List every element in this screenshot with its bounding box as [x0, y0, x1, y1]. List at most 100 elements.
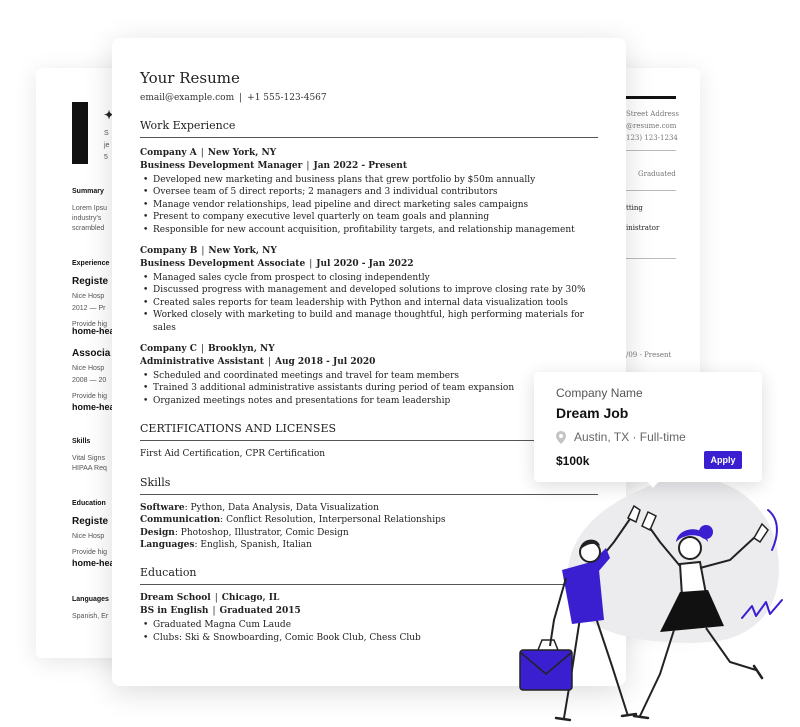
job-location: New York, NY	[207, 148, 277, 158]
job-card-company: Company Name	[556, 386, 643, 400]
job-card[interactable]: Company Name Dream Job Austin, TX · Full…	[534, 372, 762, 488]
separator: |	[239, 93, 243, 103]
job-line: home-hea	[72, 326, 115, 336]
separator: |	[214, 593, 218, 604]
job-bullets: Managed sales cycle from prospect to clo…	[140, 272, 598, 334]
job-bullet: Managed sales cycle from prospect to clo…	[140, 272, 598, 285]
woman-shoes	[632, 664, 764, 720]
job-company-line: Company A | New York, NY	[140, 147, 598, 160]
job-bullet: Oversee team of 5 direct reports; 2 mana…	[140, 186, 598, 199]
job-location: New York, NY	[208, 246, 277, 257]
job-bullet: Scheduled and coordinated meetings and t…	[140, 370, 598, 383]
woman-bun	[699, 525, 713, 539]
job-bullet: Worked closely with marketing to build a…	[140, 309, 598, 334]
resume-name: Your Resume	[140, 69, 240, 87]
education-heading: Education	[72, 500, 106, 507]
summary-heading: Summary	[72, 188, 104, 195]
education-graduated: Graduated 2015	[219, 606, 301, 617]
graduated-label: Graduated	[638, 170, 676, 178]
separator: |	[200, 148, 204, 158]
divider	[626, 258, 676, 259]
job-company: Company B	[140, 246, 198, 257]
apply-button[interactable]: Apply	[704, 451, 742, 469]
education-line: home-heal	[72, 558, 118, 568]
section-rule	[140, 137, 598, 138]
job-bullet: Created sales reports for team leadershi…	[140, 297, 598, 310]
job-card-title: Dream Job	[556, 405, 629, 421]
certifications-heading: CERTIFICATIONS AND LICENSES	[140, 422, 337, 436]
separator: |	[201, 246, 205, 257]
job-bullet: Organized meetings notes and presentatio…	[140, 395, 598, 408]
job-dates: Jan 2022 - Present	[313, 161, 407, 171]
job-entry: Company B | New York, NY Business Developm…	[140, 245, 598, 334]
job-dates: Jul 2020 - Jan 2022	[316, 259, 414, 270]
job-title: Business Development Associate	[140, 259, 306, 270]
job-title-line: Administrative Assistant | Aug 2018 - Jul …	[140, 356, 598, 369]
skill-label: Languages	[140, 539, 195, 550]
detail-line: tting	[626, 204, 643, 212]
job-card-location-text: Austin, TX · Full-time	[574, 430, 686, 444]
job-company: Company C	[140, 344, 197, 355]
detail-line: inistrator	[626, 224, 660, 232]
job-title-line: Business Development Manager | Jan 2022 - …	[140, 160, 598, 173]
skill-label: Design	[140, 527, 175, 538]
date-line: /09 - Present	[626, 351, 672, 359]
resume-email: email@example.com	[140, 93, 235, 103]
job-company: Company A	[140, 148, 197, 158]
mini-line: 5	[104, 154, 108, 161]
briefcase-handle	[537, 639, 559, 651]
man-shoes	[554, 712, 638, 722]
job-location: Brooklyn, NY	[207, 344, 275, 355]
resume-contact: email@example.com | +1 555-123-4567	[140, 92, 598, 104]
skill-value: Photoshop, Illustrator, Comic Design	[180, 527, 349, 538]
contact-line: Street Address	[626, 110, 679, 118]
mini-line: je	[104, 142, 110, 149]
job-bullet: Discussed progress with management and d…	[140, 284, 598, 297]
job-title: Registe	[72, 276, 109, 287]
job-entry: Company A | New York, NY Business Developm…	[140, 147, 598, 236]
separator: |	[212, 606, 216, 617]
job-card-location: Austin, TX · Full-time	[556, 430, 686, 444]
job-dates: Aug 2018 - Jul 2020	[274, 357, 376, 368]
resume-phone: +1 555-123-4567	[247, 93, 327, 103]
header-bar	[626, 96, 676, 99]
separator: |	[267, 357, 271, 368]
job-card-pointer	[646, 480, 660, 488]
skills-heading: Skills	[72, 438, 91, 445]
woman-head	[678, 536, 702, 560]
job-bullets: Scheduled and coordinated meetings and t…	[140, 370, 598, 408]
certifications-text: First Aid Certification, CPR Certificati…	[140, 449, 326, 460]
header-bar	[72, 102, 88, 164]
job-title: Business Development Manager	[140, 161, 303, 171]
job-title-line: Business Development Associate | Jul 2020 …	[140, 258, 598, 271]
separator: |	[200, 344, 204, 355]
job-bullet: Responsible for new account acquisition,…	[140, 224, 598, 237]
man-arm	[549, 577, 567, 647]
job-bullet: Trained 3 additional administrative assi…	[140, 382, 598, 395]
job-bullet: Developed new marketing and business pla…	[140, 174, 598, 187]
skill-value: Conflict Resolution, Interpersonal Relat…	[226, 515, 446, 526]
job-line: home-heal	[72, 402, 118, 412]
section-rule	[140, 440, 598, 442]
skill-label: Software	[140, 502, 185, 513]
skill-value: English, Spanish, Italian	[200, 539, 312, 550]
job-bullet: Present to company executive level quart…	[140, 211, 598, 224]
job-bullets: Developed new marketing and business pla…	[140, 174, 598, 236]
skill-label: Communication	[140, 515, 221, 526]
job-company-line: Company C | Brooklyn, NY	[140, 343, 598, 356]
divider	[626, 150, 676, 151]
job-title: Administrative Assistant	[140, 357, 264, 368]
divider	[626, 190, 676, 191]
job-entry: Company C | Brooklyn, NY Administrative As…	[140, 343, 598, 408]
work-experience-heading: Work Experience	[140, 119, 236, 132]
celebration-illustration	[519, 477, 783, 722]
experience-heading: Experience	[72, 260, 110, 267]
languages-heading: Languages	[72, 596, 109, 603]
job-title: Associa	[72, 348, 111, 359]
separator: |	[309, 259, 313, 270]
education-location: Chicago, IL	[221, 593, 280, 604]
contact-line: @resume.com	[626, 122, 677, 130]
job-company-line: Company B | New York, NY	[140, 245, 598, 258]
location-pin-icon	[556, 430, 566, 444]
mini-line: S	[104, 130, 109, 137]
